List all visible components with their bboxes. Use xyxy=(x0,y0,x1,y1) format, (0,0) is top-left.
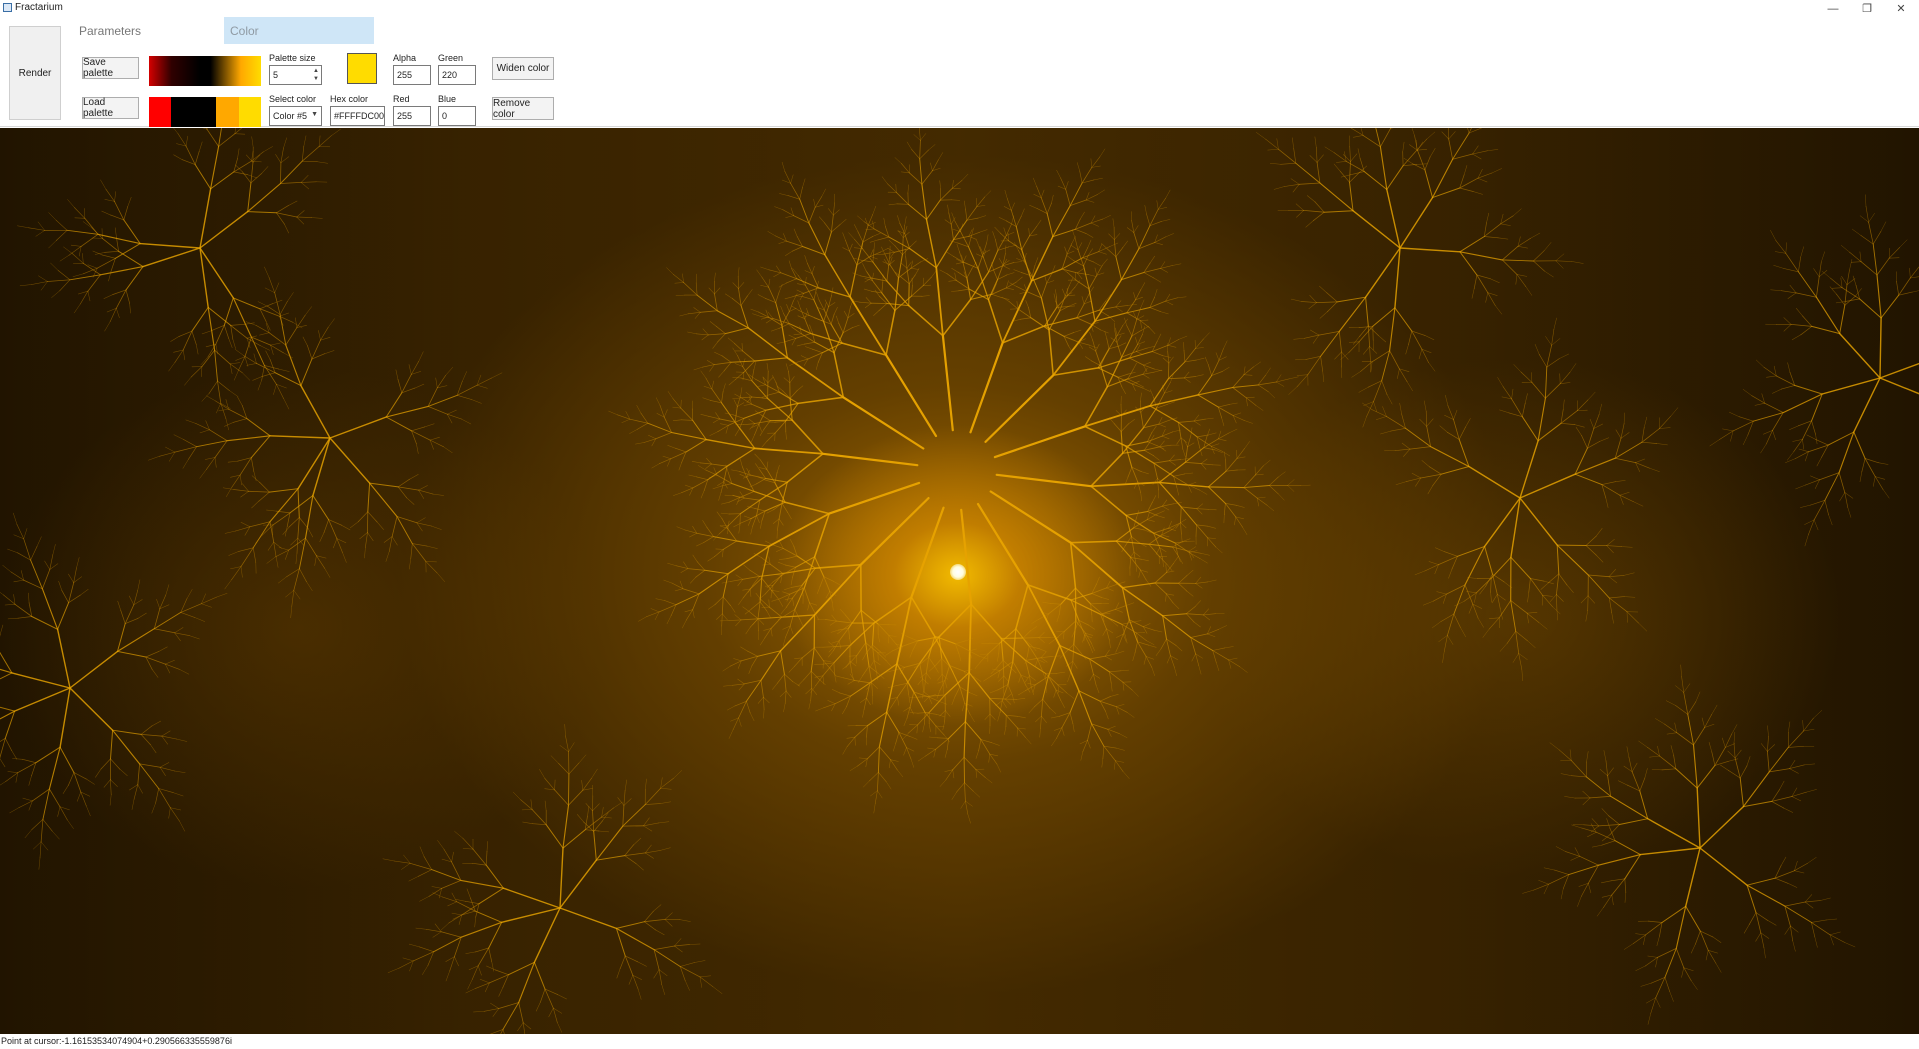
app-icon xyxy=(3,3,12,12)
status-bar: Point at cursor:-1.16153534074904+0.2905… xyxy=(0,1034,1919,1049)
tab-color[interactable]: Color xyxy=(224,17,374,44)
blue-value: 0 xyxy=(442,111,448,121)
select-color-value: Color #5 xyxy=(273,111,308,121)
select-color-dropdown[interactable]: Color #5 ▼ xyxy=(269,106,322,126)
red-value: 255 xyxy=(397,111,413,121)
hex-color-label: Hex color xyxy=(330,94,369,104)
select-color-label: Select color xyxy=(269,94,317,104)
save-palette-button[interactable]: Save palette xyxy=(82,57,139,79)
alpha-value: 255 xyxy=(397,70,413,80)
chevron-down-icon: ▼ xyxy=(311,111,318,118)
alpha-label: Alpha xyxy=(393,53,417,63)
minimize-button[interactable]: — xyxy=(1816,0,1850,17)
green-input[interactable]: 220 xyxy=(438,65,476,85)
red-input[interactable]: 255 xyxy=(393,106,431,126)
window-title: Fractarium xyxy=(15,2,63,13)
fractal-image xyxy=(0,128,1919,1034)
fractal-center-glow xyxy=(950,564,966,580)
cursor-point-readout: Point at cursor:-1.16153534074904+0.2905… xyxy=(1,1036,232,1046)
restore-button[interactable]: ❐ xyxy=(1850,0,1884,17)
hex-color-value: #FFFFDC00 xyxy=(334,111,385,121)
green-label: Green xyxy=(438,53,464,63)
green-value: 220 xyxy=(442,70,458,80)
close-button[interactable]: ✕ xyxy=(1884,0,1918,17)
blue-input[interactable]: 0 xyxy=(438,106,476,126)
palette-color-swatch[interactable] xyxy=(238,97,262,127)
hex-color-input[interactable]: #FFFFDC00 xyxy=(330,106,385,126)
widen-color-button[interactable]: Widen color xyxy=(492,57,554,80)
spin-arrows-icon[interactable]: ▲ ▼ xyxy=(313,67,319,83)
palette-size-label: Palette size xyxy=(269,53,316,63)
alpha-input[interactable]: 255 xyxy=(393,65,431,85)
palette-color-steps[interactable] xyxy=(149,97,262,127)
title-bar: Fractarium — ❐ ✕ xyxy=(0,0,1919,17)
red-label: Red xyxy=(393,94,410,104)
tab-parameters[interactable]: Parameters xyxy=(79,17,141,44)
palette-color-swatch[interactable] xyxy=(193,97,217,127)
remove-color-button[interactable]: Remove color xyxy=(492,97,554,120)
toolbar: Render Parameters Color Save palette Loa… xyxy=(0,17,1919,127)
palette-color-swatch[interactable] xyxy=(216,97,239,127)
palette-size-stepper[interactable]: 5 ▲ ▼ xyxy=(269,65,322,85)
palette-color-swatch[interactable] xyxy=(171,97,194,127)
palette-size-value: 5 xyxy=(273,70,279,80)
fractal-canvas[interactable] xyxy=(0,128,1919,1034)
render-button[interactable]: Render xyxy=(9,26,61,120)
palette-gradient-preview xyxy=(149,56,261,86)
blue-label: Blue xyxy=(438,94,457,104)
load-palette-button[interactable]: Load palette xyxy=(82,97,139,119)
palette-color-swatch[interactable] xyxy=(149,97,172,127)
selected-color-preview[interactable] xyxy=(347,53,377,84)
